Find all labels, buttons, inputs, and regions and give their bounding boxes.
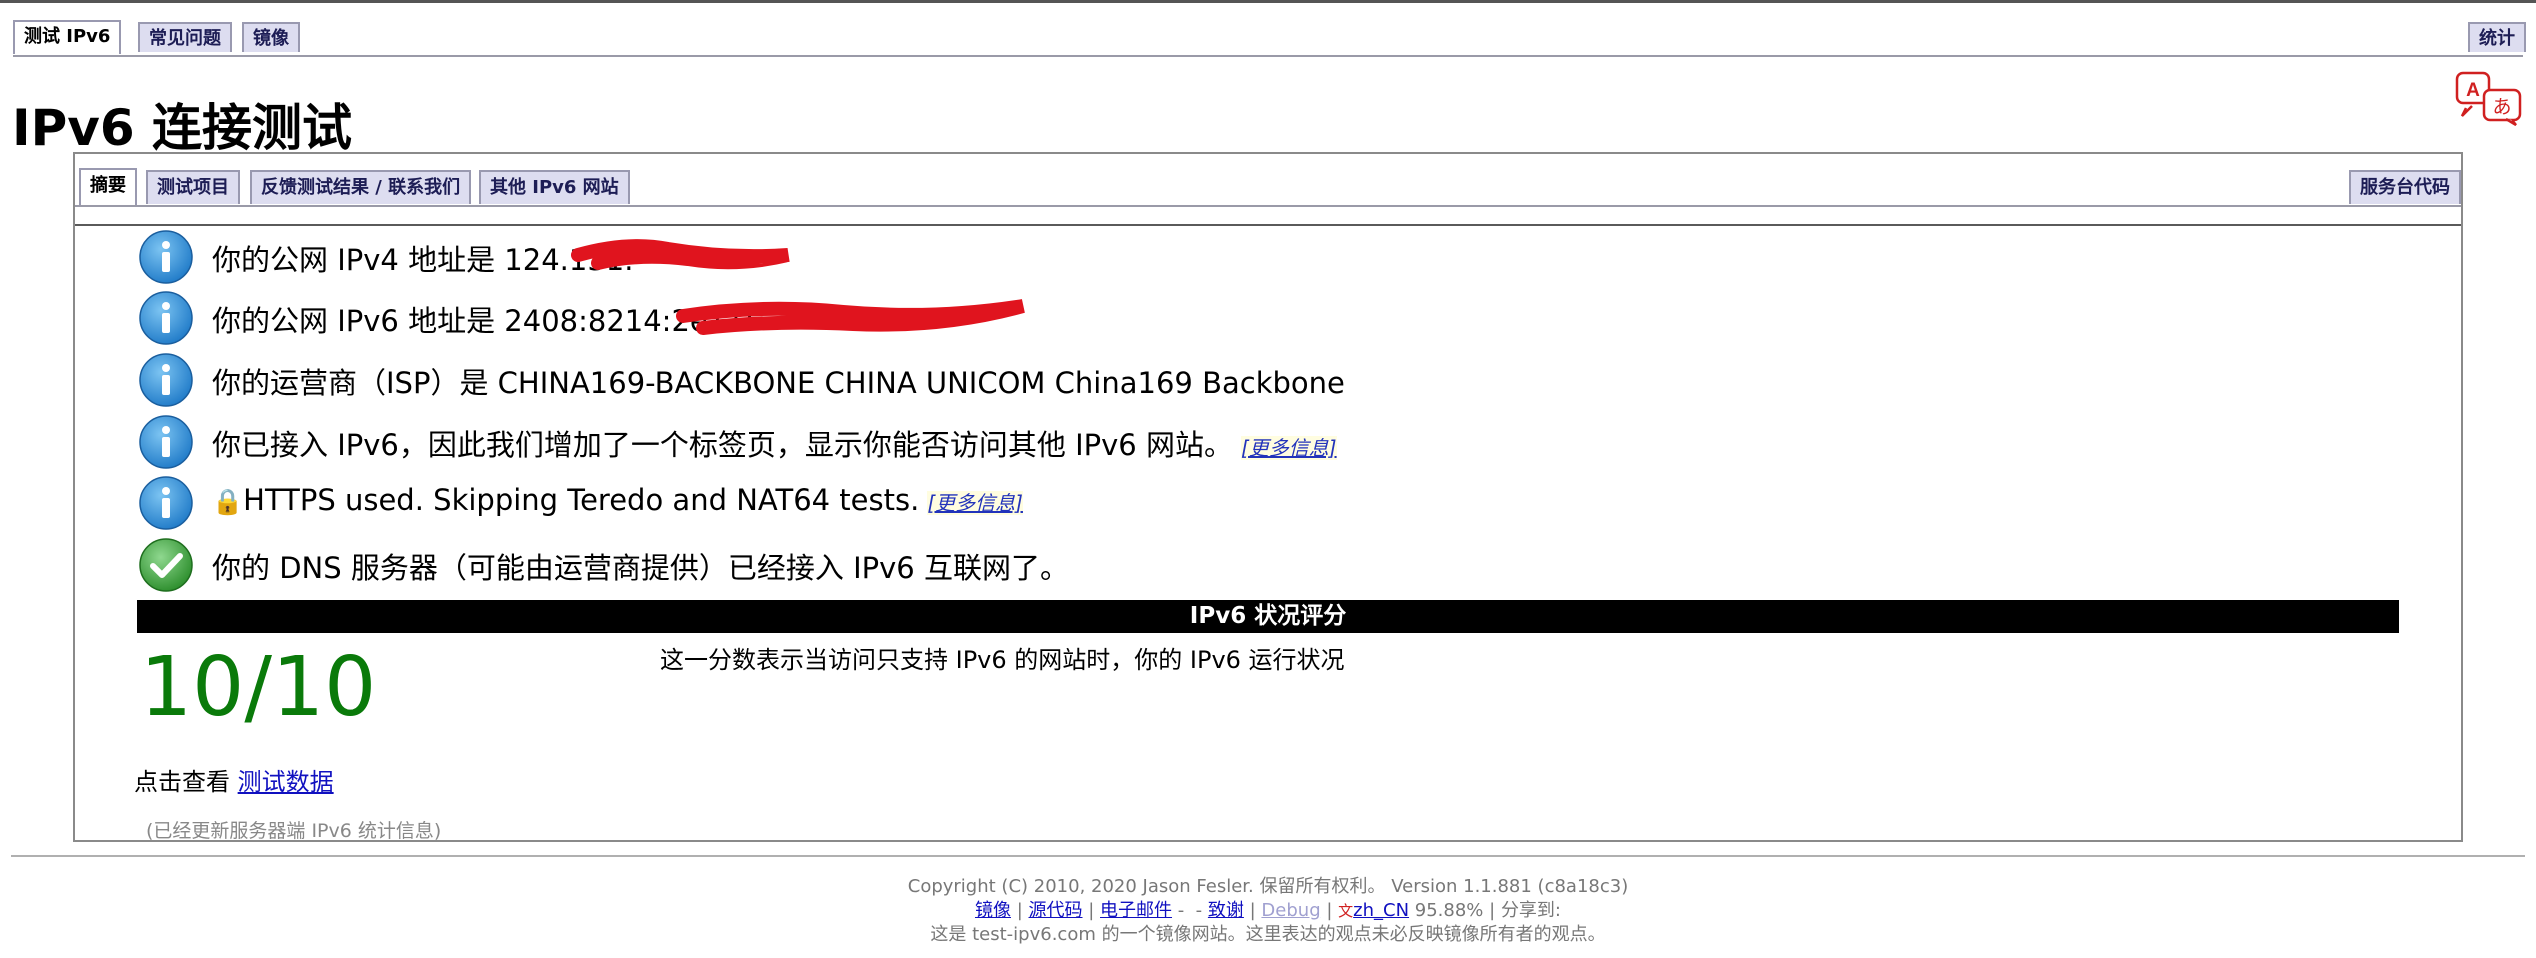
footer-link-locale[interactable]: zh_CN bbox=[1353, 900, 1409, 921]
https-text: 🔒HTTPS used. Skipping Teredo and NAT64 t… bbox=[212, 483, 1023, 517]
test-data-link[interactable]: 测试数据 bbox=[238, 768, 334, 796]
checkmark-icon bbox=[139, 538, 193, 592]
translation-percent: 95.88% bbox=[1414, 900, 1484, 921]
svg-text:A: A bbox=[2466, 80, 2480, 101]
tab-summary[interactable]: 摘要 bbox=[79, 168, 137, 206]
tab-faq[interactable]: 常见问题 bbox=[138, 22, 232, 52]
page-title: IPv6 连接测试 bbox=[12, 99, 353, 157]
info-icon bbox=[139, 415, 193, 469]
more-info-link[interactable]: [更多信息] bbox=[927, 491, 1023, 515]
tab-feedback[interactable]: 反馈测试结果 / 联系我们 bbox=[250, 170, 472, 204]
tab-other-ipv6-sites[interactable]: 其他 IPv6 网站 bbox=[479, 170, 630, 204]
footer-link-mirrors[interactable]: 镜像 bbox=[975, 900, 1011, 921]
svg-text:あ: あ bbox=[2492, 96, 2511, 118]
redaction-scribble bbox=[676, 299, 1025, 335]
footer-link-email[interactable]: 电子邮件 bbox=[1100, 900, 1172, 921]
share-label: 分享到: bbox=[1500, 900, 1562, 921]
footer-link-source[interactable]: 源代码 bbox=[1029, 900, 1083, 921]
more-info-link[interactable]: [更多信息] bbox=[1240, 436, 1337, 460]
tabs-divider bbox=[13, 55, 2523, 57]
stats-updated-note: (已经更新服务器端 IPv6 统计信息) bbox=[146, 820, 442, 842]
footer-copyright: Copyright (C) 2010, 2020 Jason Fesler. 保… bbox=[907, 876, 1629, 897]
score-header: IPv6 状况评分 bbox=[137, 600, 2399, 633]
dns-text: 你的 DNS 服务器（可能由运营商提供）已经接入 IPv6 互联网了。 bbox=[212, 551, 1069, 585]
footer-links: 镜像 | 源代码 | 电子邮件 - - 致谢 | Debug | 文zh_CN … bbox=[974, 900, 1562, 921]
window-top-border bbox=[0, 0, 2536, 3]
footer-link-debug[interactable]: Debug bbox=[1261, 900, 1320, 921]
footer-divider bbox=[11, 855, 2525, 857]
translate-icon[interactable]: A あ bbox=[2454, 70, 2524, 126]
ipv6-tab-text: 你已接入 IPv6，因此我们增加了一个标签页，显示你能否访问其他 IPv6 网站… bbox=[212, 422, 1337, 464]
locale-translate-icon: 文 bbox=[1338, 902, 1354, 920]
inner-tabs-divider-dark bbox=[75, 224, 2461, 226]
footer-link-thanks[interactable]: 致谢 bbox=[1208, 900, 1244, 921]
test-data-prefix: 点击查看 bbox=[134, 768, 238, 796]
inner-tabs-divider bbox=[75, 205, 2461, 207]
test-data-prompt: 点击查看 测试数据 bbox=[134, 762, 334, 797]
tab-help-desk-code[interactable]: 服务台代码 bbox=[2349, 170, 2461, 204]
tab-stats[interactable]: 统计 bbox=[2468, 22, 2526, 52]
https-message: HTTPS used. Skipping Teredo and NAT64 te… bbox=[243, 483, 920, 517]
tab-mirrors[interactable]: 镜像 bbox=[242, 22, 300, 52]
ipv6-tab-message: 你已接入 IPv6，因此我们增加了一个标签页，显示你能否访问其他 IPv6 网站… bbox=[212, 428, 1233, 462]
score-value: 10/10 bbox=[140, 640, 377, 735]
score-description: 这一分数表示当访问只支持 IPv6 的网站时，你的 IPv6 运行状况 bbox=[660, 646, 1345, 674]
info-icon bbox=[139, 230, 193, 284]
footer-mirror-note: 这是 test-ipv6.com 的一个镜像网站。这里表达的观点未必反映镜像所有… bbox=[930, 924, 1606, 945]
info-icon bbox=[139, 353, 193, 407]
lock-icon: 🔒 bbox=[212, 487, 244, 516]
info-icon bbox=[139, 476, 193, 530]
tab-test-ipv6[interactable]: 测试 IPv6 bbox=[13, 20, 122, 54]
isp-text: 你的运营商（ISP）是 CHINA169-BACKBONE CHINA UNIC… bbox=[212, 366, 1345, 400]
info-icon bbox=[139, 291, 193, 345]
redaction-scribble bbox=[571, 239, 790, 270]
tab-tests-run[interactable]: 测试项目 bbox=[146, 170, 240, 204]
